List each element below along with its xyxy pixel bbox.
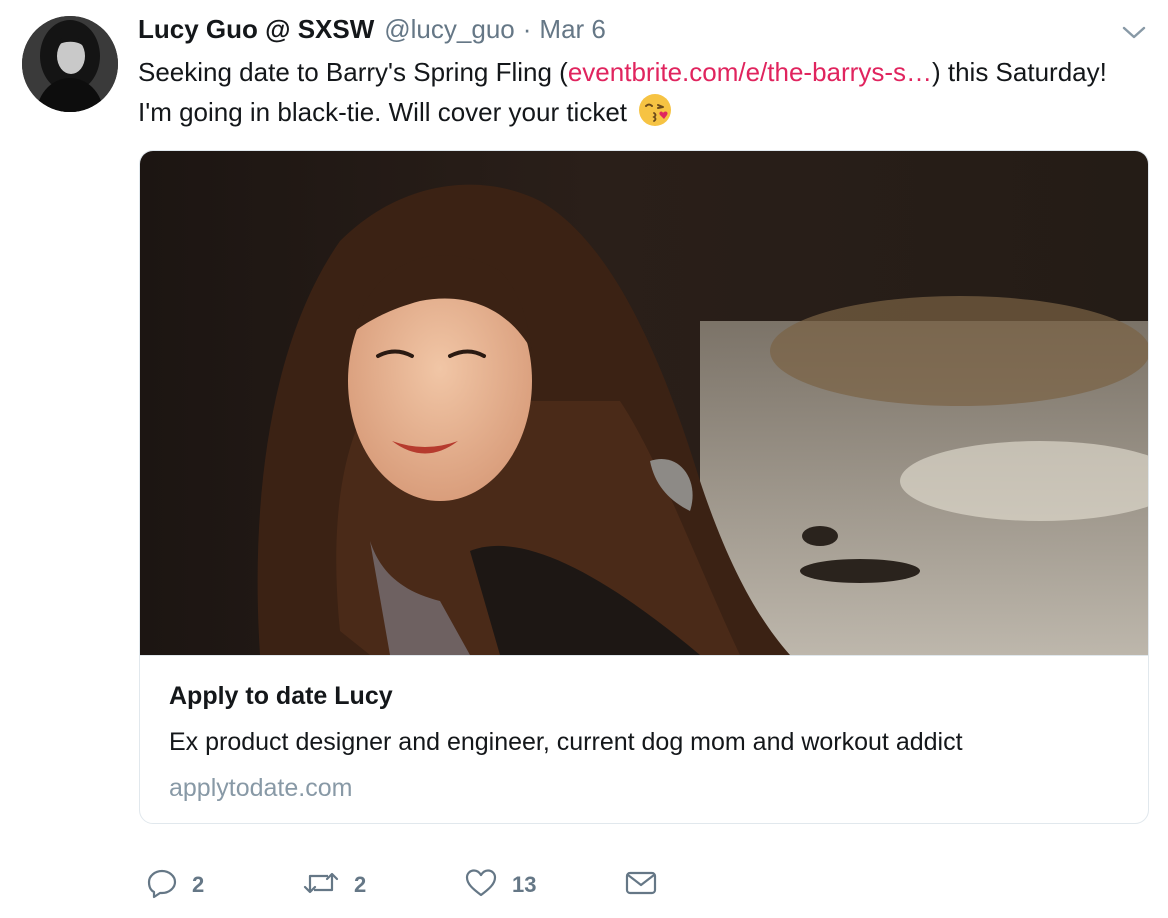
chevron-down-icon[interactable] [1120, 20, 1148, 44]
tweet-text: Seeking date to Barry's Spring Fling (ev… [138, 52, 1138, 138]
reply-count: 2 [192, 872, 205, 897]
tweet-date[interactable]: Mar 6 [539, 14, 605, 45]
retweet-button[interactable]: 2 [302, 860, 366, 910]
tweet-actions: 2 2 13 [0, 860, 1168, 910]
author-handle[interactable]: @lucy_guo [384, 14, 514, 45]
direct-message-button[interactable] [624, 860, 658, 910]
link-card[interactable]: Apply to date Lucy Ex product designer a… [139, 150, 1149, 824]
reply-icon [146, 867, 178, 904]
reply-button[interactable]: 2 [146, 860, 204, 910]
retweet-count: 2 [354, 872, 367, 897]
like-count: 13 [512, 872, 537, 897]
tweet-text-before-link: Seeking date to Barry's Spring Fling ( [138, 57, 568, 87]
author-display-name[interactable]: Lucy Guo @ SXSW [138, 14, 374, 45]
tweet-link[interactable]: eventbrite.com/e/the-barrys-s… [568, 57, 932, 87]
retweet-icon [302, 867, 340, 904]
avatar[interactable] [22, 16, 118, 112]
avatar-photo [22, 16, 118, 112]
tweet-header: Lucy Guo @ SXSW @lucy_guo · Mar 6 [138, 12, 606, 46]
like-icon [464, 867, 498, 904]
card-body: Apply to date Lucy Ex product designer a… [140, 655, 1148, 823]
like-button[interactable]: 13 [464, 860, 536, 910]
card-image [140, 151, 1148, 655]
header-separator: · [522, 13, 532, 44]
card-domain: applytodate.com [169, 774, 353, 802]
direct-message-icon [624, 867, 658, 904]
card-description: Ex product designer and engineer, curren… [169, 728, 963, 756]
card-title: Apply to date Lucy [169, 682, 393, 710]
kissing-winking-face-emoji-icon [638, 93, 672, 138]
